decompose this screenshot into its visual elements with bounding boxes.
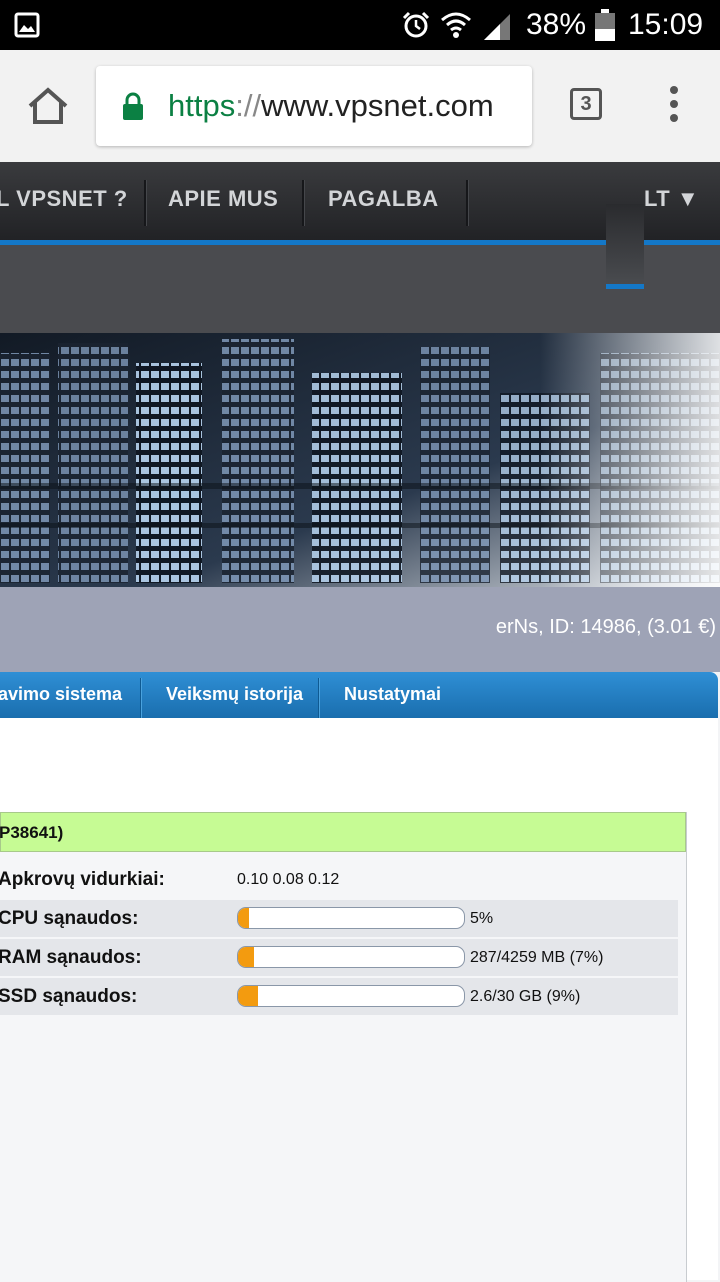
- tab-action-history[interactable]: Veiksmų istorija: [166, 684, 303, 705]
- gallery-icon: [14, 12, 40, 38]
- nav-item-about[interactable]: APIE MUS: [168, 186, 278, 212]
- address-bar[interactable]: https://www.vpsnet.com: [96, 66, 532, 146]
- stat-row-load: Apkrovų vidurkiai: 0.10 0.08 0.12: [0, 861, 678, 898]
- user-account-info: erNs, ID: 14986, (3.01 €): [495, 616, 716, 638]
- server-racks-image: [0, 333, 720, 587]
- ram-usage-bar: [237, 946, 465, 968]
- server-room-banner: [0, 333, 720, 587]
- lock-icon: [123, 92, 143, 120]
- stat-row-cpu: CPU sąnaudos: 5%: [0, 900, 678, 937]
- nav-divider: [144, 180, 147, 226]
- stat-label: SSD sąnaudos:: [0, 986, 138, 1007]
- tab-settings[interactable]: Nustatymai: [344, 684, 441, 705]
- url-text: https://www.vpsnet.com: [168, 88, 494, 123]
- ssd-usage-bar: [237, 985, 465, 1007]
- overflow-menu-icon[interactable]: [666, 86, 682, 126]
- signal-icon: [484, 14, 510, 40]
- language-dropdown-accent: [606, 284, 644, 289]
- panel-tabs: avimo sistema Veiksmų istorija Nustatyma…: [0, 672, 718, 718]
- stat-row-ssd: SSD sąnaudos: 2.6/30 GB (9%): [0, 978, 678, 1015]
- tab-management-system[interactable]: avimo sistema: [0, 684, 122, 705]
- cpu-usage-fill: [238, 908, 250, 928]
- nav-item-help[interactable]: PAGALBA: [328, 186, 439, 212]
- ram-usage-fill: [238, 947, 254, 967]
- stat-value: 2.6/30 GB (9%): [470, 988, 581, 1005]
- server-header[interactable]: P38641): [0, 812, 686, 852]
- server-title: P38641): [0, 823, 64, 842]
- stat-label: Apkrovų vidurkiai:: [0, 869, 165, 890]
- tab-divider: [140, 678, 142, 718]
- clock: 15:09: [628, 8, 704, 41]
- user-info-bar: erNs, ID: 14986, (3.01 €): [0, 587, 720, 672]
- alarm-icon: [402, 11, 430, 38]
- battery-percent: 38%: [526, 8, 587, 41]
- battery-icon: [595, 9, 615, 41]
- ssd-usage-fill: [238, 986, 259, 1006]
- tab-divider: [318, 678, 320, 718]
- cpu-usage-bar: [237, 907, 465, 929]
- language-selector[interactable]: LT ▼: [644, 186, 699, 212]
- nav-divider: [302, 180, 305, 226]
- nav-item-why-vpsnet[interactable]: L VPSNET ?: [0, 186, 128, 212]
- stat-label: RAM sąnaudos:: [0, 947, 142, 968]
- stat-value: 287/4259 MB (7%): [470, 949, 604, 966]
- stat-value: 5%: [470, 910, 494, 927]
- wifi-icon: [441, 12, 471, 38]
- language-dropdown-panel[interactable]: [606, 204, 644, 286]
- stat-label: CPU sąnaudos:: [0, 908, 139, 929]
- stat-row-ram: RAM sąnaudos: 287/4259 MB (7%): [0, 939, 678, 976]
- stat-value: 0.10 0.08 0.12: [237, 871, 340, 888]
- home-icon[interactable]: [26, 86, 70, 126]
- nav-divider: [466, 180, 469, 226]
- status-bar: 38% 15:09: [0, 0, 720, 50]
- browser-toolbar: https://www.vpsnet.com 3: [0, 50, 720, 162]
- tab-switcher-button[interactable]: 3: [570, 88, 602, 120]
